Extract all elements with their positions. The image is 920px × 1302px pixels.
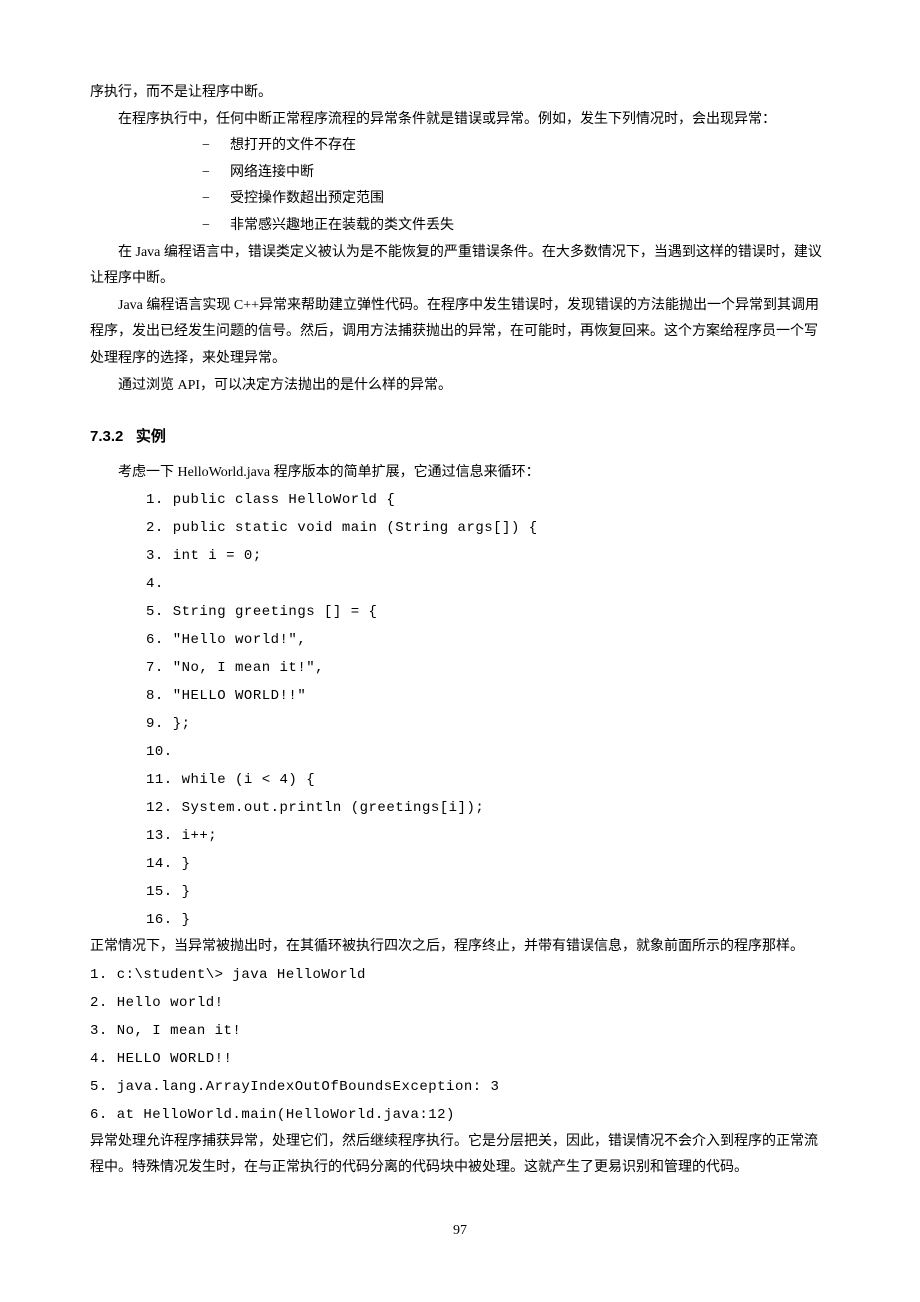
code-line: 5. String greetings [] = { xyxy=(90,598,830,626)
dash-icon: − xyxy=(202,133,230,160)
code-line: 3. No, I mean it! xyxy=(90,1017,830,1045)
section-number: 7.3.2 xyxy=(90,428,123,445)
paragraph-intro: 在程序执行中，任何中断正常程序流程的异常条件就是错误或异常。例如，发生下列情况时… xyxy=(90,107,830,134)
code-line: 16. } xyxy=(90,906,830,934)
code-line: 1. public class HelloWorld { xyxy=(90,486,830,514)
code-block-output: 1. c:\student\> java HelloWorld 2. Hello… xyxy=(90,961,830,1129)
paragraph-java-errors: 在 Java 编程语言中，错误类定义被认为是不能恢复的严重错误条件。在大多数情况… xyxy=(90,240,830,293)
code-line: 11. while (i < 4) { xyxy=(90,766,830,794)
code-line: 15. } xyxy=(90,878,830,906)
code-line: 6. at HelloWorld.main(HelloWorld.java:12… xyxy=(90,1101,830,1129)
code-line: 3. int i = 0; xyxy=(90,542,830,570)
code-line: 13. i++; xyxy=(90,822,830,850)
dash-icon: − xyxy=(202,186,230,213)
section-title: 实例 xyxy=(136,428,166,445)
dash-icon: − xyxy=(202,213,230,240)
code-line: 4. xyxy=(90,570,830,598)
code-line: 8. "HELLO WORLD!!" xyxy=(90,682,830,710)
paragraph-normal-case: 正常情况下，当异常被抛出时，在其循环被执行四次之后，程序终止，并带有错误信息，就… xyxy=(90,934,830,961)
bullet-text: 受控操作数超出预定范围 xyxy=(230,191,384,206)
bullet-item: −想打开的文件不存在 xyxy=(90,133,830,160)
paragraph-api: 通过浏览 API，可以决定方法抛出的是什么样的异常。 xyxy=(90,373,830,400)
bullet-item: −非常感兴趣地正在装载的类文件丢失 xyxy=(90,213,830,240)
code-line: 2. public static void main (String args[… xyxy=(90,514,830,542)
bullet-text: 非常感兴趣地正在装载的类文件丢失 xyxy=(230,218,454,233)
code-line: 5. java.lang.ArrayIndexOutOfBoundsExcept… xyxy=(90,1073,830,1101)
paragraph-continuation: 序执行，而不是让程序中断。 xyxy=(90,80,830,107)
code-line: 7. "No, I mean it!", xyxy=(90,654,830,682)
page-number: 97 xyxy=(90,1218,830,1245)
bullet-text: 网络连接中断 xyxy=(230,165,314,180)
bullet-item: −受控操作数超出预定范围 xyxy=(90,186,830,213)
paragraph-exception-handling: 异常处理允许程序捕获异常，处理它们，然后继续程序执行。它是分层把关，因此，错误情… xyxy=(90,1129,830,1182)
code-line: 1. c:\student\> java HelloWorld xyxy=(90,961,830,989)
code-line: 2. Hello world! xyxy=(90,989,830,1017)
dash-icon: − xyxy=(202,160,230,187)
code-line: 4. HELLO WORLD!! xyxy=(90,1045,830,1073)
section-heading: 7.3.2 实例 xyxy=(90,423,830,452)
paragraph-example-intro: 考虑一下 HelloWorld.java 程序版本的简单扩展，它通过信息来循环： xyxy=(90,460,830,487)
code-line: 12. System.out.println (greetings[i]); xyxy=(90,794,830,822)
bullet-text: 想打开的文件不存在 xyxy=(230,138,356,153)
code-line: 10. xyxy=(90,738,830,766)
code-block-helloworld: 1. public class HelloWorld { 2. public s… xyxy=(90,486,830,934)
code-line: 9. }; xyxy=(90,710,830,738)
code-line: 6. "Hello world!", xyxy=(90,626,830,654)
code-line: 14. } xyxy=(90,850,830,878)
paragraph-java-exceptions: Java 编程语言实现 C++异常来帮助建立弹性代码。在程序中发生错误时，发现错… xyxy=(90,293,830,373)
bullet-item: −网络连接中断 xyxy=(90,160,830,187)
